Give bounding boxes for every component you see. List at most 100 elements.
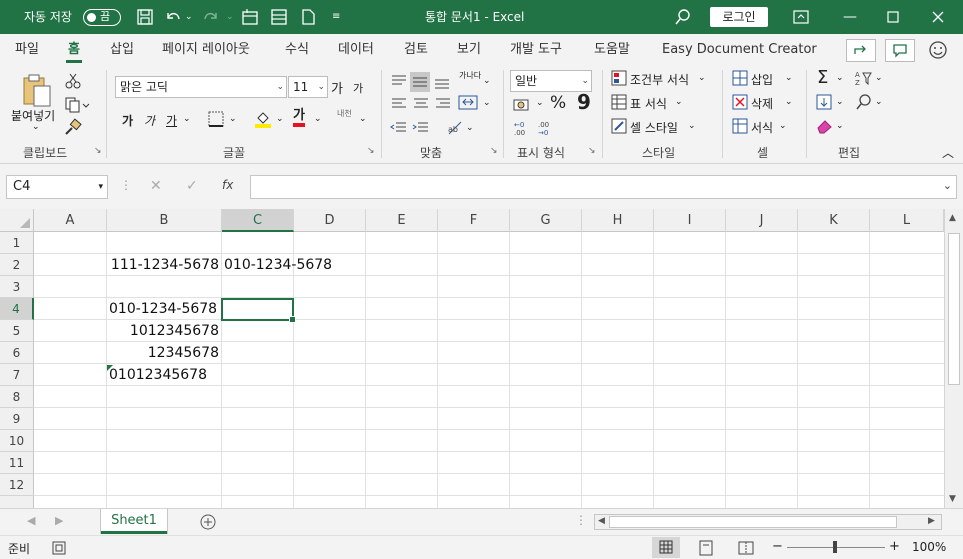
find-dropdown-icon[interactable]: ⌄ bbox=[875, 97, 883, 107]
border-icon[interactable] bbox=[208, 111, 224, 127]
row-header-2[interactable]: 2 bbox=[0, 254, 34, 276]
row-header-9[interactable]: 9 bbox=[0, 408, 34, 430]
tab-developer[interactable]: 개발 도구 bbox=[510, 34, 562, 66]
customize-toolbar-icon[interactable]: ≡ bbox=[332, 0, 340, 34]
insert-dropdown-icon[interactable]: ⌄ bbox=[785, 73, 793, 83]
font-name-select[interactable]: 맑은 고딕 ⌄ bbox=[115, 76, 287, 98]
number-format-select[interactable]: 일반 ⌄ bbox=[510, 70, 592, 92]
row-header-8[interactable]: 8 bbox=[0, 386, 34, 408]
column-header-a[interactable]: A bbox=[34, 209, 107, 232]
autosum-icon[interactable]: Σ bbox=[817, 67, 828, 88]
cell-b7[interactable]: 01012345678 bbox=[109, 364, 221, 386]
percent-button[interactable]: % bbox=[550, 93, 566, 113]
merge-dropdown-icon[interactable]: ⌄ bbox=[483, 98, 491, 108]
vertical-scroll-thumb[interactable] bbox=[948, 233, 960, 385]
column-header-c[interactable]: C bbox=[222, 209, 294, 232]
document-icon[interactable] bbox=[297, 7, 319, 27]
zoom-slider[interactable] bbox=[787, 541, 885, 553]
row-header-7[interactable]: 7 bbox=[0, 364, 34, 386]
indent-icons[interactable] bbox=[390, 120, 430, 136]
orientation-dropdown-icon[interactable]: ⌄ bbox=[466, 123, 474, 133]
maximize-icon[interactable] bbox=[882, 7, 904, 27]
column-header-h[interactable]: H bbox=[582, 209, 654, 232]
scroll-right-icon[interactable]: ▶ bbox=[928, 516, 935, 526]
vertical-align-icons[interactable] bbox=[390, 72, 470, 92]
row-header-5[interactable]: 5 bbox=[0, 320, 34, 342]
format-as-table-label[interactable]: 표 서식 bbox=[630, 95, 667, 112]
format-cells-icon[interactable] bbox=[732, 118, 748, 134]
autosum-dropdown-icon[interactable]: ⌄ bbox=[836, 73, 844, 83]
select-all-button[interactable] bbox=[0, 209, 34, 232]
formula-input[interactable]: ⌄ bbox=[250, 175, 957, 199]
delete-cells-icon[interactable] bbox=[732, 94, 748, 110]
error-indicator-icon[interactable] bbox=[107, 365, 113, 371]
cell-b4[interactable]: 010-1234-5678 bbox=[109, 298, 221, 320]
row-header-13[interactable] bbox=[0, 496, 34, 508]
accounting-dropdown-icon[interactable]: ⌄ bbox=[536, 98, 544, 108]
paste-dropdown-icon[interactable]: ⌄ bbox=[32, 122, 40, 132]
row-header-12[interactable]: 12 bbox=[0, 474, 34, 496]
ribbon-display-icon[interactable] bbox=[790, 7, 812, 27]
active-cell-selection[interactable] bbox=[221, 298, 296, 323]
insert-function-button[interactable]: fx bbox=[222, 178, 233, 192]
zoom-slider-thumb[interactable] bbox=[833, 541, 837, 553]
paste-icon[interactable] bbox=[20, 72, 54, 108]
italic-button[interactable]: 가 bbox=[144, 112, 155, 129]
grow-font-button[interactable]: 가 bbox=[331, 78, 343, 97]
format-cells-label[interactable]: 서식 bbox=[751, 119, 773, 136]
font-color-button[interactable]: 가 bbox=[293, 109, 305, 127]
column-header-e[interactable]: E bbox=[366, 209, 438, 232]
column-header-g[interactable]: G bbox=[510, 209, 582, 232]
new-sheet-icon[interactable] bbox=[239, 7, 261, 27]
close-icon[interactable] bbox=[927, 7, 949, 27]
tab-data[interactable]: 데이터 bbox=[338, 34, 374, 66]
add-sheet-icon[interactable] bbox=[199, 513, 217, 531]
clear-icon[interactable] bbox=[816, 118, 834, 134]
row-header-4[interactable]: 4 bbox=[0, 298, 34, 320]
tab-easy-document-creator[interactable]: Easy Document Creator bbox=[662, 34, 817, 66]
tab-insert[interactable]: 삽입 bbox=[110, 34, 134, 66]
insert-cells-label[interactable]: 삽입 bbox=[751, 71, 773, 88]
text-direction-button[interactable]: 가나다 bbox=[459, 71, 481, 80]
vertical-scrollbar[interactable]: ▲ ▼ bbox=[944, 209, 963, 508]
tab-page-layout[interactable]: 페이지 레이아웃 bbox=[162, 34, 250, 66]
previous-sheet-icon[interactable]: ◀ bbox=[27, 514, 35, 527]
cell-styles-label[interactable]: 셀 스타일 bbox=[630, 119, 678, 136]
zoom-level[interactable]: 100% bbox=[912, 540, 946, 554]
font-size-select[interactable]: 11 ⌄ bbox=[288, 76, 328, 98]
tab-review[interactable]: 검토 bbox=[404, 34, 428, 66]
border-dropdown-icon[interactable]: ⌄ bbox=[229, 114, 237, 124]
orientation-icon[interactable]: ab bbox=[446, 119, 466, 137]
format-dropdown-icon[interactable]: ⌄ bbox=[779, 121, 787, 131]
undo-icon[interactable] bbox=[162, 7, 184, 27]
cut-icon[interactable] bbox=[64, 72, 82, 90]
share-button[interactable] bbox=[846, 39, 876, 62]
expand-formula-icon[interactable]: ⌄ bbox=[943, 179, 952, 192]
find-select-icon[interactable] bbox=[855, 94, 873, 110]
save-icon[interactable] bbox=[134, 7, 156, 27]
fill-icon[interactable] bbox=[816, 94, 834, 110]
tab-help[interactable]: 도움말 bbox=[594, 34, 630, 66]
sort-filter-icon[interactable]: AZ bbox=[855, 70, 873, 86]
undo-dropdown-icon[interactable]: ⌄ bbox=[185, 0, 193, 34]
column-header-f[interactable]: F bbox=[438, 209, 510, 232]
clipboard-launcher-icon[interactable]: ↘ bbox=[94, 146, 102, 156]
phonetic-dropdown-icon[interactable]: ⌄ bbox=[359, 114, 367, 124]
normal-view-button[interactable] bbox=[652, 537, 680, 558]
zoom-in-icon[interactable]: + bbox=[889, 539, 900, 554]
fill-color-dropdown-icon[interactable]: ⌄ bbox=[276, 114, 284, 124]
comments-button[interactable] bbox=[885, 39, 915, 62]
number-launcher-icon[interactable]: ↘ bbox=[588, 146, 596, 156]
row-header-10[interactable]: 10 bbox=[0, 430, 34, 452]
insert-cells-icon[interactable] bbox=[732, 70, 748, 86]
cell-c2[interactable]: 010-1234-5678 bbox=[224, 254, 364, 276]
format-as-table-icon[interactable] bbox=[611, 94, 627, 110]
phonetic-guide-button[interactable]: 내천 bbox=[337, 108, 352, 119]
alignment-launcher-icon[interactable]: ↘ bbox=[490, 146, 498, 156]
accounting-format-icon[interactable] bbox=[513, 97, 533, 113]
sheet-tab-sheet1[interactable]: Sheet1 bbox=[101, 509, 167, 534]
shrink-font-button[interactable]: 가 bbox=[353, 80, 363, 96]
row-header-6[interactable]: 6 bbox=[0, 342, 34, 364]
collapse-ribbon-icon[interactable]: ︿ bbox=[942, 144, 954, 161]
bold-button[interactable]: 가 bbox=[122, 112, 133, 129]
